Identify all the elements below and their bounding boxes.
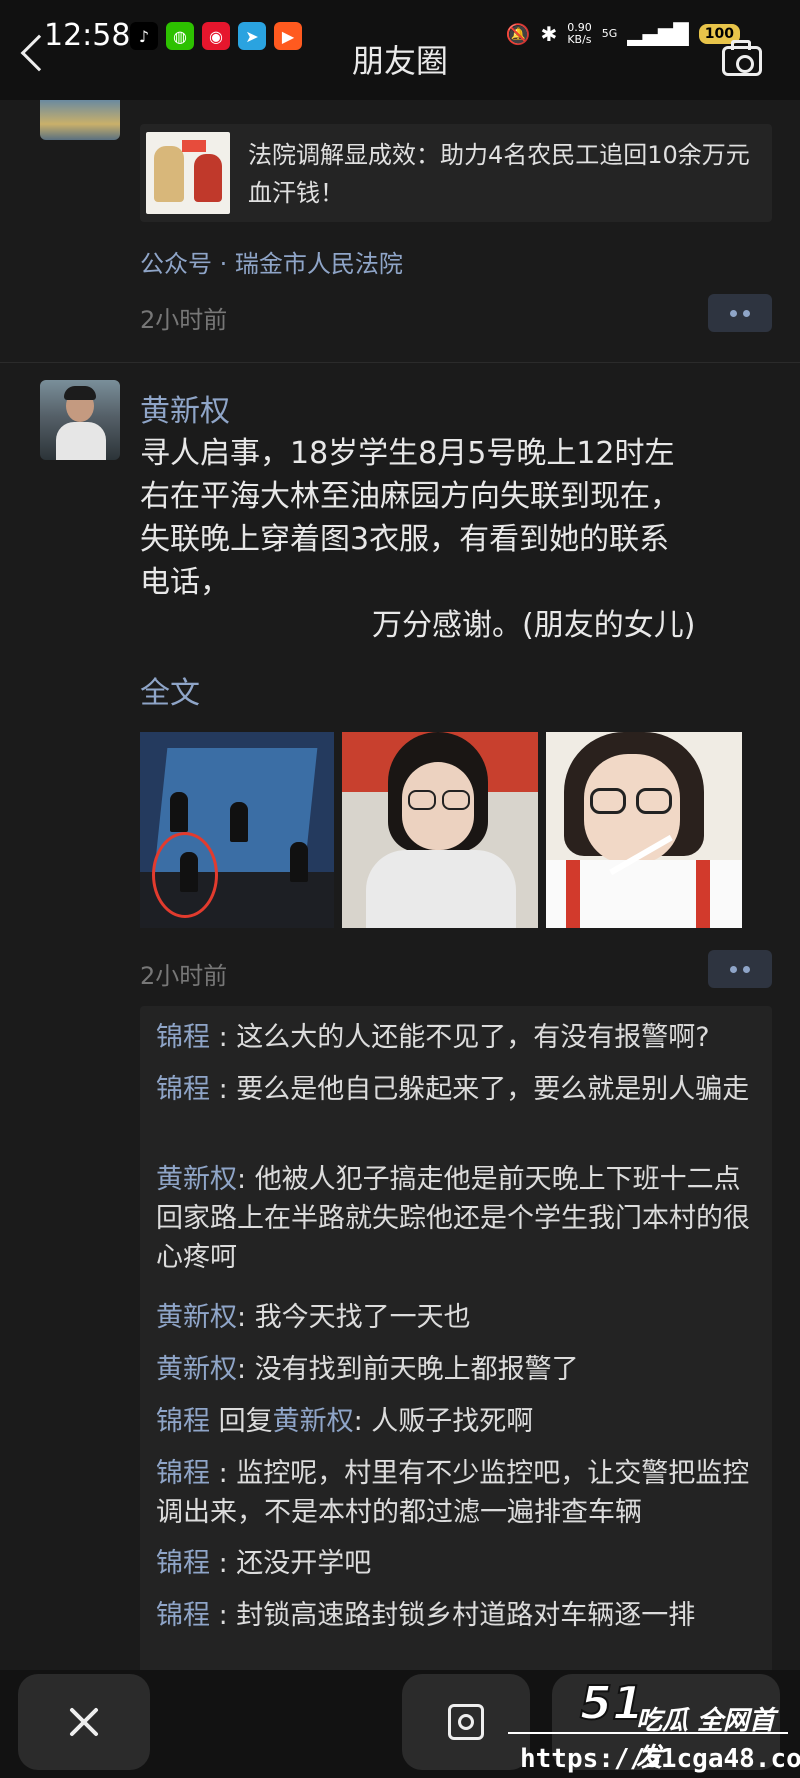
post-timestamp: 2小时前: [140, 962, 228, 990]
comment-author[interactable]: 锦程: [156, 1548, 210, 1579]
comment-author[interactable]: 黄新权: [156, 1164, 237, 1195]
avatar[interactable]: [40, 100, 120, 140]
comment-item[interactable]: 锦程 : 还没开学吧: [156, 1544, 766, 1583]
post-line-tail: 万分感谢。(朋友的女儿): [372, 608, 696, 643]
glasses-lens: [442, 790, 470, 810]
photo-person: [170, 792, 188, 832]
red-highlight-circle: [152, 832, 218, 918]
close-button[interactable]: [18, 1674, 150, 1770]
photo-body: [366, 850, 516, 928]
comment-separator: :: [210, 1074, 237, 1105]
comment-author[interactable]: 黄新权: [156, 1354, 237, 1385]
watermark-logo: 51: [579, 1675, 645, 1731]
comment-separator: :: [353, 1406, 372, 1437]
thumbnail-figure: [154, 146, 184, 202]
comment-item[interactable]: 锦程 : 要么是他自己躲起来了，要么就是别人骗走: [156, 1070, 766, 1109]
comment-item[interactable]: 黄新权: 没有找到前天晚上都报警了: [156, 1350, 766, 1389]
photo-person: [230, 802, 248, 842]
comment-author[interactable]: 锦程: [156, 1022, 210, 1053]
avatar-hair: [64, 386, 96, 400]
comment-separator: :: [210, 1022, 237, 1053]
comment-separator: :: [210, 1458, 237, 1489]
comment-item[interactable]: 锦程 : 这么大的人还能不见了，有没有报警啊?: [156, 1018, 766, 1057]
post-line: 寻人启事，18岁学生8月5号晚上12时左: [140, 436, 675, 471]
comment-text: 要么是他自己躲起来了，要么就是别人骗走: [236, 1074, 750, 1105]
post-line: 电话，: [140, 565, 230, 600]
comment-text: 人贩子找死啊: [371, 1406, 534, 1437]
comment-author[interactable]: 锦程: [156, 1406, 210, 1437]
watermark-url: https://51cga48.com: [520, 1744, 800, 1774]
author-avatar[interactable]: [40, 380, 120, 460]
redacted-phone: [140, 611, 360, 642]
comment-separator: :: [237, 1164, 255, 1195]
comments-section: 锦程 : 这么大的人还能不见了，有没有报警啊? 锦程 : 要么是他自己躲起来了，…: [140, 1006, 772, 1676]
comment-separator: :: [210, 1548, 237, 1579]
dot-icon: [730, 965, 737, 973]
post-photo-2[interactable]: [342, 732, 538, 928]
article-thumbnail: [146, 132, 230, 214]
search-icon: [458, 1714, 474, 1730]
comment-item[interactable]: 锦程 : 封锁高速路封锁乡村道路对车辆逐一排: [156, 1596, 766, 1635]
comment-author[interactable]: 锦程: [156, 1074, 210, 1105]
post-text: 寻人启事，18岁学生8月5号晚上12时左 右在平海大林至油麻园方向失联到现在， …: [140, 432, 780, 647]
full-text-link[interactable]: 全文: [140, 668, 200, 712]
comment-author[interactable]: 锦程: [156, 1458, 210, 1489]
dot-icon: [743, 309, 750, 317]
post-photo-1[interactable]: [140, 732, 334, 928]
more-actions-button[interactable]: [708, 294, 772, 332]
comment-item[interactable]: 黄新权: 他被人犯子搞走他是前天晚上下班十二点回家路上在半路就失踪他还是个学生我…: [156, 1160, 766, 1277]
photo-person: [290, 842, 308, 882]
camera-icon[interactable]: [722, 40, 762, 76]
article-source-link[interactable]: 公众号 · 瑞金市人民法院: [140, 244, 403, 279]
page-title: 朋友圈: [351, 42, 448, 80]
comment-author[interactable]: 黄新权: [156, 1302, 237, 1333]
comment-text: 我今天找了一天也: [254, 1302, 471, 1333]
image-search-button[interactable]: [402, 1674, 530, 1770]
apron-strap: [566, 860, 580, 928]
comment-text: 这么大的人还能不见了，有没有报警啊?: [236, 1022, 710, 1053]
glasses-lens: [636, 788, 672, 814]
comment-text: 还没开学吧: [236, 1548, 372, 1579]
post-line-redacted: 万分感谢。(朋友的女儿): [140, 604, 780, 647]
article-title: 法院调解显成效：助力4名农民工追回10余万元血汗钱！: [248, 141, 750, 207]
comment-separator: :: [210, 1600, 237, 1631]
dot-icon: [730, 309, 737, 317]
comment-separator: :: [237, 1354, 255, 1385]
thumbnail-figure: [194, 154, 222, 202]
post-photo-3[interactable]: [546, 732, 742, 928]
author-name[interactable]: 黄新权: [140, 386, 230, 430]
apron-strap: [696, 860, 710, 928]
comment-separator: 回复: [210, 1406, 273, 1437]
comment-text: 没有找到前天晚上都报警了: [254, 1354, 579, 1385]
comment-separator: :: [237, 1302, 255, 1333]
glasses-lens: [590, 788, 626, 814]
thumbnail-sign: [182, 140, 206, 152]
glasses-lens: [408, 790, 436, 810]
avatar-body: [56, 422, 106, 460]
comment-author[interactable]: 锦程: [156, 1600, 210, 1631]
comment-text: 封锁高速路封锁乡村道路对车辆逐一排: [236, 1600, 696, 1631]
comment-reply-to[interactable]: 黄新权: [273, 1406, 354, 1437]
post-timestamp: 2小时前: [140, 306, 228, 334]
post-line: 失联晚上穿着图3衣服，有看到她的联系: [140, 522, 670, 557]
dot-icon: [743, 965, 750, 973]
more-actions-button[interactable]: [708, 950, 772, 988]
shared-article-card[interactable]: 法院调解显成效：助力4名农民工追回10余万元血汗钱！: [140, 124, 772, 222]
divider: [0, 362, 800, 363]
comment-text: 监控呢，村里有不少监控吧，让交警把监控调出来，不是本村的都过滤一遍排查车辆: [156, 1458, 750, 1528]
comment-item[interactable]: 黄新权: 我今天找了一天也: [156, 1298, 766, 1337]
comment-item[interactable]: 锦程 : 监控呢，村里有不少监控吧，让交警把监控调出来，不是本村的都过滤一遍排查…: [156, 1454, 766, 1532]
post-line: 右在平海大林至油麻园方向失联到现在，: [140, 479, 680, 514]
comment-item[interactable]: 锦程 回复黄新权: 人贩子找死啊: [156, 1402, 766, 1441]
